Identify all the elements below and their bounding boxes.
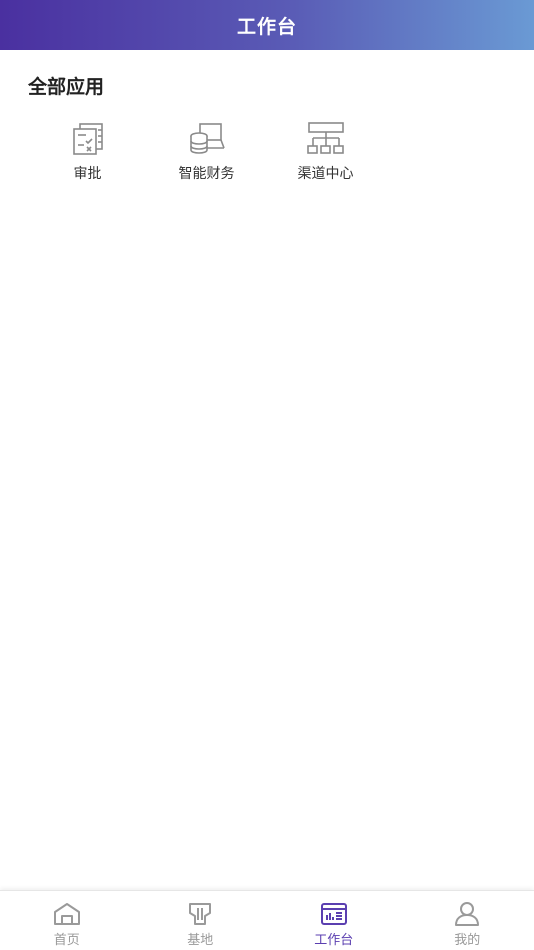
finance-database-icon [187, 118, 227, 158]
workbench-icon [320, 901, 348, 927]
tab-workbench[interactable]: 工作台 [267, 891, 401, 950]
tab-label: 基地 [187, 933, 214, 948]
base-icon [186, 901, 214, 927]
app-channel-center[interactable]: 渠道中心 [266, 118, 385, 183]
header-bar: 工作台 [0, 0, 534, 50]
tab-label: 首页 [53, 933, 80, 948]
app-label: 审批 [73, 166, 102, 182]
app-smart-finance[interactable]: 智能财务 [147, 118, 266, 183]
tab-profile[interactable]: 我的 [401, 891, 534, 950]
tab-label: 工作台 [314, 933, 354, 948]
app-approval[interactable]: 审批 [28, 118, 147, 183]
app-label: 渠道中心 [297, 166, 354, 182]
home-icon [53, 901, 81, 927]
page-title: 工作台 [236, 15, 297, 38]
channel-network-icon [306, 118, 346, 158]
profile-icon [453, 901, 481, 927]
section-title: 全部应用 [28, 76, 105, 98]
bottom-tab-bar: 首页 基地 工作台 我的 [0, 890, 534, 950]
tab-home[interactable]: 首页 [0, 891, 134, 950]
tab-label: 我的 [454, 933, 481, 948]
app-label: 智能财务 [178, 166, 235, 182]
approval-icon [68, 118, 108, 158]
tab-base[interactable]: 基地 [134, 891, 268, 950]
app-grid: 审批 智能财务 渠道中心 [28, 118, 385, 183]
